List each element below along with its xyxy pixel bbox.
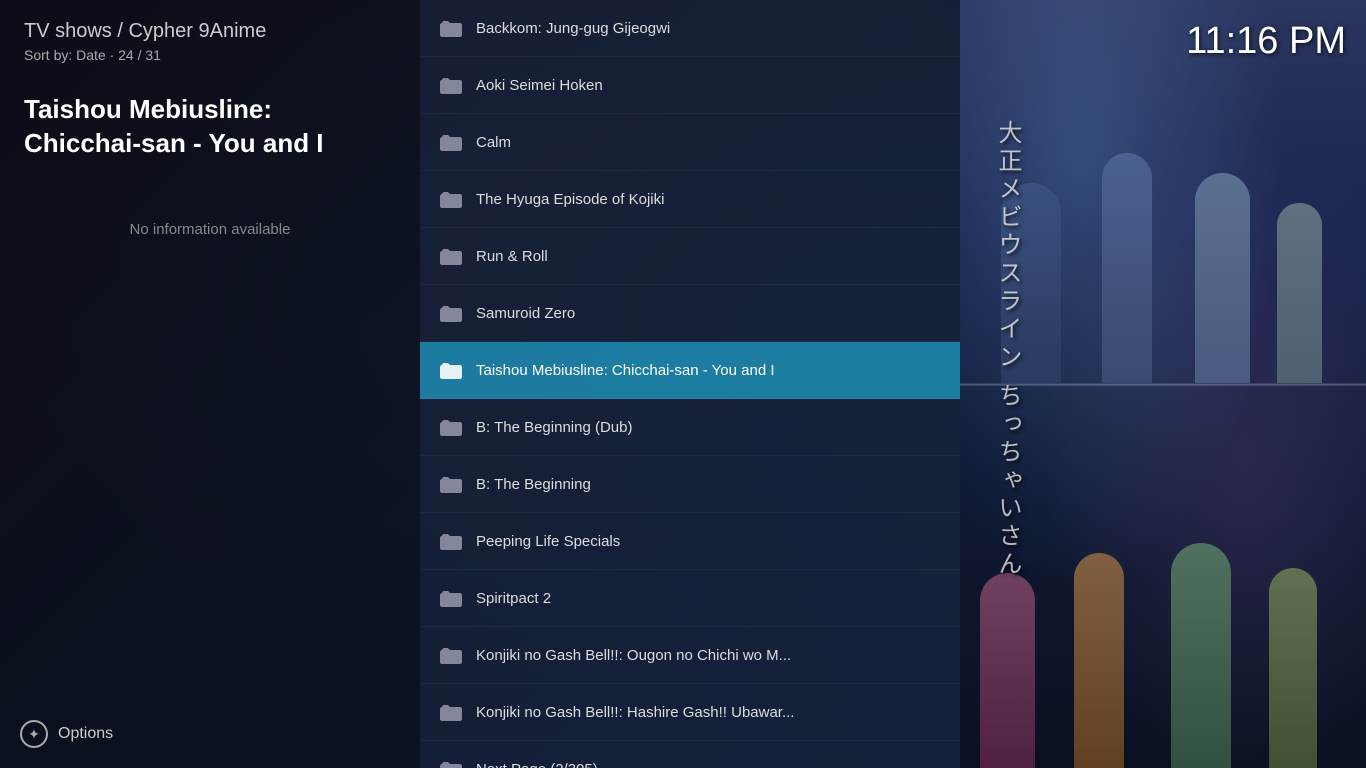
artwork-container: 大正メビウスライン ちっちゃいさん xyxy=(960,0,1366,768)
breadcrumb: TV shows / Cypher 9Anime xyxy=(24,20,396,43)
list-item-5[interactable]: Run & Roll xyxy=(420,228,960,285)
list-item-label: Taishou Mebiusline: Chicchai-san - You a… xyxy=(476,362,775,379)
list-item-9[interactable]: B: The Beginning xyxy=(420,456,960,513)
list-item-3[interactable]: Calm xyxy=(420,114,960,171)
folder-icon xyxy=(440,532,462,550)
list-item-13[interactable]: Konjiki no Gash Bell!!: Hashire Gash!! U… xyxy=(420,684,960,741)
list-item-label: Peeping Life Specials xyxy=(476,533,620,550)
char-figure-8 xyxy=(1269,568,1317,768)
char-figure-7 xyxy=(1171,543,1231,768)
list-item-label: Spiritpact 2 xyxy=(476,590,551,607)
list-item-label: Aoki Seimei Hoken xyxy=(476,77,603,94)
list-panel: Backkom: Jung-gug Gijeogwi Aoki Seimei H… xyxy=(420,0,960,768)
folder-icon xyxy=(440,133,462,151)
folder-icon xyxy=(440,76,462,94)
list-item-label: The Hyuga Episode of Kojiki xyxy=(476,191,664,208)
folder-icon xyxy=(440,247,462,265)
folder-icon xyxy=(440,304,462,322)
no-info-text: No information available xyxy=(24,221,396,238)
jp-text: 大正メビウスライン ちっちゃいさん xyxy=(990,120,1025,579)
list-item-12[interactable]: Konjiki no Gash Bell!!: Ougon no Chichi … xyxy=(420,627,960,684)
folder-icon xyxy=(440,589,462,607)
list-item-label: Run & Roll xyxy=(476,248,548,265)
folder-icon xyxy=(440,703,462,721)
char-figure-6 xyxy=(1074,553,1124,768)
list-item-7[interactable]: Taishou Mebiusline: Chicchai-san - You a… xyxy=(420,342,960,399)
folder-icon xyxy=(440,190,462,208)
list-item-label: Samuroid Zero xyxy=(476,305,575,322)
folder-icon xyxy=(440,418,462,436)
options-button[interactable]: ✦ Options xyxy=(20,720,113,748)
list-item-10[interactable]: Peeping Life Specials xyxy=(420,513,960,570)
artwork-panel: 大正メビウスライン ちっちゃいさん xyxy=(960,0,1366,768)
folder-icon xyxy=(440,19,462,37)
options-icon: ✦ xyxy=(20,720,48,748)
folder-icon xyxy=(440,361,462,379)
folder-icon xyxy=(440,760,462,768)
char-figure-5 xyxy=(980,573,1035,768)
char-figure-2 xyxy=(1102,153,1152,383)
char-figure-4 xyxy=(1277,203,1322,383)
list-item-11[interactable]: Spiritpact 2 xyxy=(420,570,960,627)
list-item-1[interactable]: Backkom: Jung-gug Gijeogwi xyxy=(420,0,960,57)
list-item-label: Calm xyxy=(476,134,511,151)
list-item-14[interactable]: Next Page (2/305) xyxy=(420,741,960,768)
list-item-label: Konjiki no Gash Bell!!: Hashire Gash!! U… xyxy=(476,704,794,721)
sort-info: Sort by: Date · 24 / 31 xyxy=(24,47,396,63)
left-panel: TV shows / Cypher 9Anime Sort by: Date ·… xyxy=(0,0,420,768)
list-item-label: B: The Beginning (Dub) xyxy=(476,419,632,436)
list-item-4[interactable]: The Hyuga Episode of Kojiki xyxy=(420,171,960,228)
list-item-label: Konjiki no Gash Bell!!: Ougon no Chichi … xyxy=(476,647,791,664)
list-item-8[interactable]: B: The Beginning (Dub) xyxy=(420,399,960,456)
folder-icon xyxy=(440,475,462,493)
list-item-label: Next Page (2/305) xyxy=(476,761,598,768)
list-item-label: B: The Beginning xyxy=(476,476,591,493)
selected-title: Taishou Mebiusline:Chicchai-san - You an… xyxy=(24,93,396,161)
list-item-label: Backkom: Jung-gug Gijeogwi xyxy=(476,20,670,37)
list-item-6[interactable]: Samuroid Zero xyxy=(420,285,960,342)
list-item-2[interactable]: Aoki Seimei Hoken xyxy=(420,57,960,114)
folder-icon xyxy=(440,646,462,664)
clock: 11:16 PM xyxy=(1186,20,1346,63)
char-figure-3 xyxy=(1195,173,1250,383)
artwork-divider xyxy=(960,384,1366,386)
options-label: Options xyxy=(58,725,113,743)
